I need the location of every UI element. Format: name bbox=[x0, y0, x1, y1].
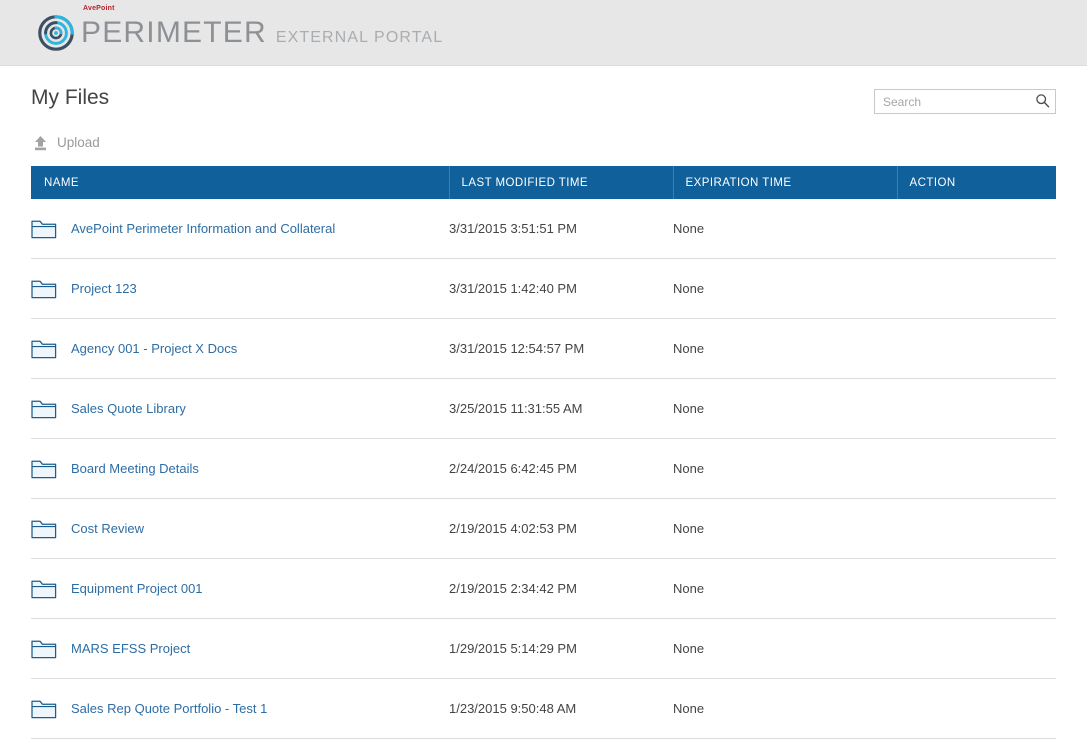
cell-last-modified-time: 1/29/2015 5:14:29 PM bbox=[449, 619, 673, 679]
folder-icon bbox=[31, 218, 57, 239]
cell-expiration-time: None bbox=[673, 199, 897, 259]
cell-action[interactable] bbox=[897, 679, 1056, 739]
file-name-link[interactable]: MARS EFSS Project bbox=[71, 641, 190, 656]
cell-action[interactable] bbox=[897, 379, 1056, 439]
cell-expiration-time: None bbox=[673, 619, 897, 679]
cell-name: Project 123 bbox=[31, 259, 449, 319]
brand-portal-name: EXTERNAL PORTAL bbox=[276, 30, 443, 46]
perimeter-logo-icon bbox=[38, 15, 74, 51]
cell-name: Sales Quote Library bbox=[31, 379, 449, 439]
folder-icon bbox=[31, 578, 57, 599]
cell-action[interactable] bbox=[897, 559, 1056, 619]
cell-last-modified-time: 3/31/2015 3:51:51 PM bbox=[449, 199, 673, 259]
search-button[interactable] bbox=[1031, 90, 1054, 113]
search-box bbox=[874, 89, 1056, 114]
brand-lockup[interactable]: AvePoint PERIMETER EXTERNAL PORTAL bbox=[38, 15, 443, 51]
cell-last-modified-time: 2/24/2015 6:42:45 PM bbox=[449, 439, 673, 499]
cell-name: Cost Review bbox=[31, 499, 449, 559]
cell-action[interactable] bbox=[897, 319, 1056, 379]
cell-expiration-time: None bbox=[673, 319, 897, 379]
cell-expiration-time: None bbox=[673, 559, 897, 619]
column-header-expiration[interactable]: EXPIRATION TIME bbox=[673, 166, 897, 199]
cell-last-modified-time: 3/25/2015 11:31:55 AM bbox=[449, 379, 673, 439]
brand-banner: AvePoint PERIMETER EXTERNAL PORTAL bbox=[0, 0, 1087, 66]
table-row[interactable]: Cost Review 2/19/2015 4:02:53 PMNone bbox=[31, 499, 1056, 559]
cell-last-modified-time: 2/19/2015 4:02:53 PM bbox=[449, 499, 673, 559]
page-title: My Files bbox=[31, 85, 109, 110]
cell-expiration-time: None bbox=[673, 379, 897, 439]
file-name-link[interactable]: Equipment Project 001 bbox=[71, 581, 203, 596]
brand-superscript: AvePoint bbox=[83, 5, 115, 12]
cell-name: Sales Rep Quote Portfolio - Test 1 bbox=[31, 679, 449, 739]
file-name-link[interactable]: Board Meeting Details bbox=[71, 461, 199, 476]
upload-arrow-icon bbox=[31, 134, 50, 152]
upload-label: Upload bbox=[57, 136, 100, 150]
cell-last-modified-time: 1/23/2015 9:50:48 AM bbox=[449, 679, 673, 739]
search-icon bbox=[1035, 93, 1050, 111]
brand-product-name: PERIMETER bbox=[81, 18, 267, 48]
cell-last-modified-time: 2/19/2015 2:34:42 PM bbox=[449, 559, 673, 619]
cell-name: Board Meeting Details bbox=[31, 439, 449, 499]
table-row[interactable]: AvePoint Perimeter Information and Colla… bbox=[31, 199, 1056, 259]
cell-action[interactable] bbox=[897, 499, 1056, 559]
table-row[interactable]: Board Meeting Details 2/24/2015 6:42:45 P… bbox=[31, 439, 1056, 499]
table-row[interactable]: MARS EFSS Project 1/29/2015 5:14:29 PMNon… bbox=[31, 619, 1056, 679]
folder-icon bbox=[31, 518, 57, 539]
cell-action[interactable] bbox=[897, 439, 1056, 499]
table-row[interactable]: Project 123 3/31/2015 1:42:40 PMNone bbox=[31, 259, 1056, 319]
cell-action[interactable] bbox=[897, 259, 1056, 319]
page-content: My Files Upload bbox=[0, 66, 1087, 739]
file-name-link[interactable]: Project 123 bbox=[71, 281, 137, 296]
column-header-modified[interactable]: LAST MODIFIED TIME bbox=[449, 166, 673, 199]
column-header-action[interactable]: ACTION bbox=[897, 166, 1056, 199]
file-name-link[interactable]: Sales Quote Library bbox=[71, 401, 186, 416]
cell-action[interactable] bbox=[897, 619, 1056, 679]
folder-icon bbox=[31, 398, 57, 419]
folder-icon bbox=[31, 278, 57, 299]
table-header-row: NAME LAST MODIFIED TIME EXPIRATION TIME … bbox=[31, 166, 1056, 199]
cell-name: Equipment Project 001 bbox=[31, 559, 449, 619]
column-header-name[interactable]: NAME bbox=[31, 166, 449, 199]
cell-expiration-time: None bbox=[673, 679, 897, 739]
table-row[interactable]: Sales Quote Library 3/25/2015 11:31:55 AM… bbox=[31, 379, 1056, 439]
toolbar: Upload bbox=[31, 134, 1056, 152]
cell-name: AvePoint Perimeter Information and Colla… bbox=[31, 199, 449, 259]
folder-icon bbox=[31, 458, 57, 479]
cell-expiration-time: None bbox=[673, 259, 897, 319]
cell-name: MARS EFSS Project bbox=[31, 619, 449, 679]
file-name-link[interactable]: AvePoint Perimeter Information and Colla… bbox=[71, 221, 335, 236]
page-header-row: My Files bbox=[31, 66, 1056, 114]
file-name-link[interactable]: Sales Rep Quote Portfolio - Test 1 bbox=[71, 701, 267, 716]
files-table-head: NAME LAST MODIFIED TIME EXPIRATION TIME … bbox=[31, 166, 1056, 199]
cell-last-modified-time: 3/31/2015 12:54:57 PM bbox=[449, 319, 673, 379]
cell-action[interactable] bbox=[897, 199, 1056, 259]
folder-icon bbox=[31, 638, 57, 659]
table-row[interactable]: Equipment Project 001 2/19/2015 2:34:42 P… bbox=[31, 559, 1056, 619]
table-row[interactable]: Agency 001 - Project X Docs 3/31/2015 12:… bbox=[31, 319, 1056, 379]
table-row[interactable]: Sales Rep Quote Portfolio - Test 1 1/23/2… bbox=[31, 679, 1056, 739]
files-table-body: AvePoint Perimeter Information and Colla… bbox=[31, 199, 1056, 739]
cell-last-modified-time: 3/31/2015 1:42:40 PM bbox=[449, 259, 673, 319]
search-input[interactable] bbox=[874, 89, 1056, 114]
cell-expiration-time: None bbox=[673, 439, 897, 499]
cell-expiration-time: None bbox=[673, 499, 897, 559]
folder-icon bbox=[31, 338, 57, 359]
cell-name: Agency 001 - Project X Docs bbox=[31, 319, 449, 379]
file-name-link[interactable]: Agency 001 - Project X Docs bbox=[71, 341, 237, 356]
files-table: NAME LAST MODIFIED TIME EXPIRATION TIME … bbox=[31, 166, 1056, 739]
folder-icon bbox=[31, 698, 57, 719]
file-name-link[interactable]: Cost Review bbox=[71, 521, 144, 536]
upload-button[interactable]: Upload bbox=[31, 134, 100, 152]
